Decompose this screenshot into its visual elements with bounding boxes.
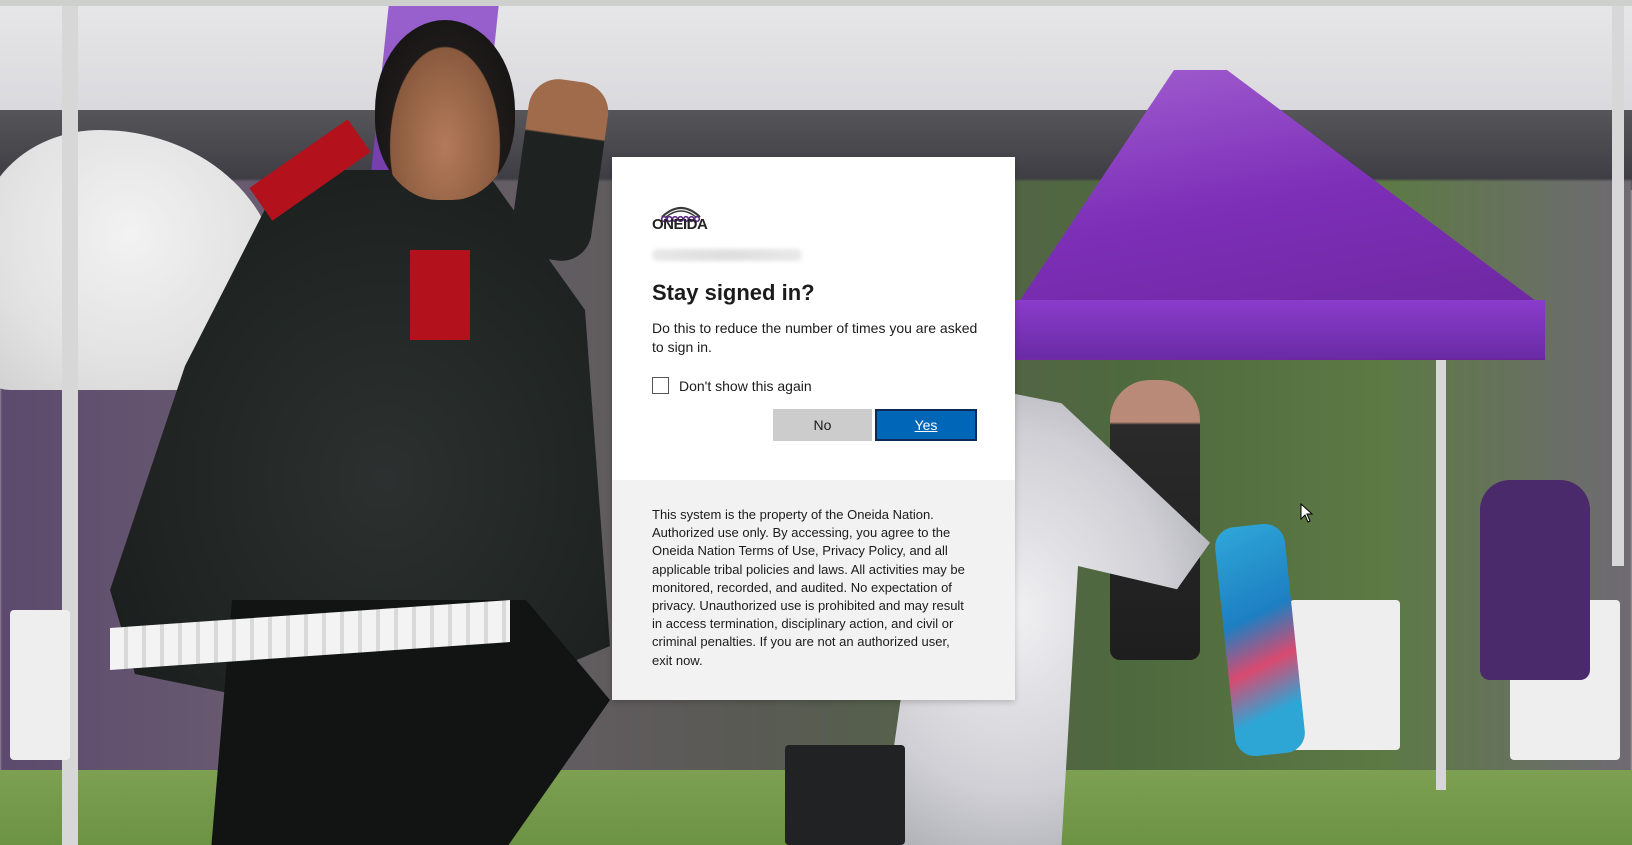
bg-chair xyxy=(1290,600,1400,750)
dont-show-again-checkbox[interactable] xyxy=(652,377,669,394)
mouse-pointer-icon xyxy=(1300,503,1314,523)
bg-tent-pole xyxy=(1612,6,1624,566)
logo-wordmark: ONEIDA xyxy=(652,216,708,233)
sign-in-page: ONEIDA Stay signed in? Do this to reduce… xyxy=(0,0,1632,845)
bg-purple-tent-skirt xyxy=(1015,300,1545,358)
yes-button[interactable]: Yes xyxy=(875,409,977,441)
bg-sky xyxy=(0,6,1632,126)
dialog-main: ONEIDA Stay signed in? Do this to reduce… xyxy=(612,157,1015,480)
account-email-redacted xyxy=(652,249,802,261)
bg-chair xyxy=(10,610,70,760)
no-button[interactable]: No xyxy=(773,409,872,441)
bg-dancer-head xyxy=(375,20,515,200)
bg-tent-pole xyxy=(1436,330,1446,790)
dont-show-again-label[interactable]: Don't show this again xyxy=(679,378,812,394)
bg-red-accent xyxy=(410,250,470,340)
dialog-title: Stay signed in? xyxy=(652,280,815,305)
dialog-footer: This system is the property of the Oneid… xyxy=(612,480,1015,700)
dont-show-again-row[interactable]: Don't show this again xyxy=(652,377,812,394)
disclaimer-text: This system is the property of the Oneid… xyxy=(652,507,965,668)
bg-speaker xyxy=(785,745,905,845)
stay-signed-in-dialog: ONEIDA Stay signed in? Do this to reduce… xyxy=(612,157,1015,700)
bg-seated-person xyxy=(1480,480,1590,680)
dialog-description: Do this to reduce the number of times yo… xyxy=(652,320,978,355)
